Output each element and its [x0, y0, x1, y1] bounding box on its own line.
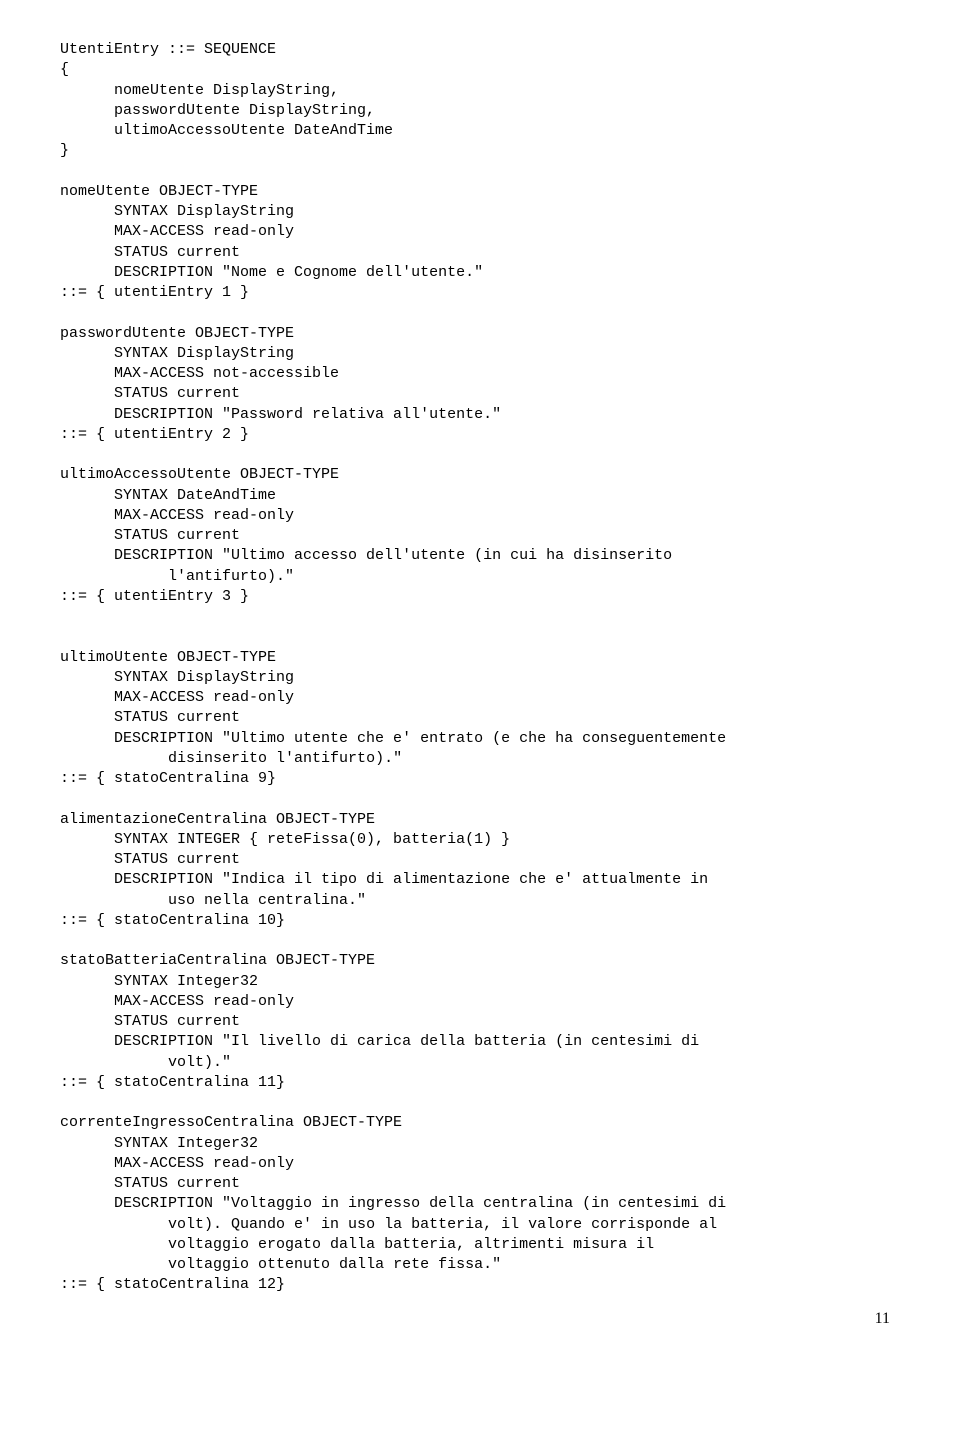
page-number: 11: [60, 1308, 900, 1330]
code-block: UtentiEntry ::= SEQUENCE { nomeUtente Di…: [60, 40, 900, 1296]
